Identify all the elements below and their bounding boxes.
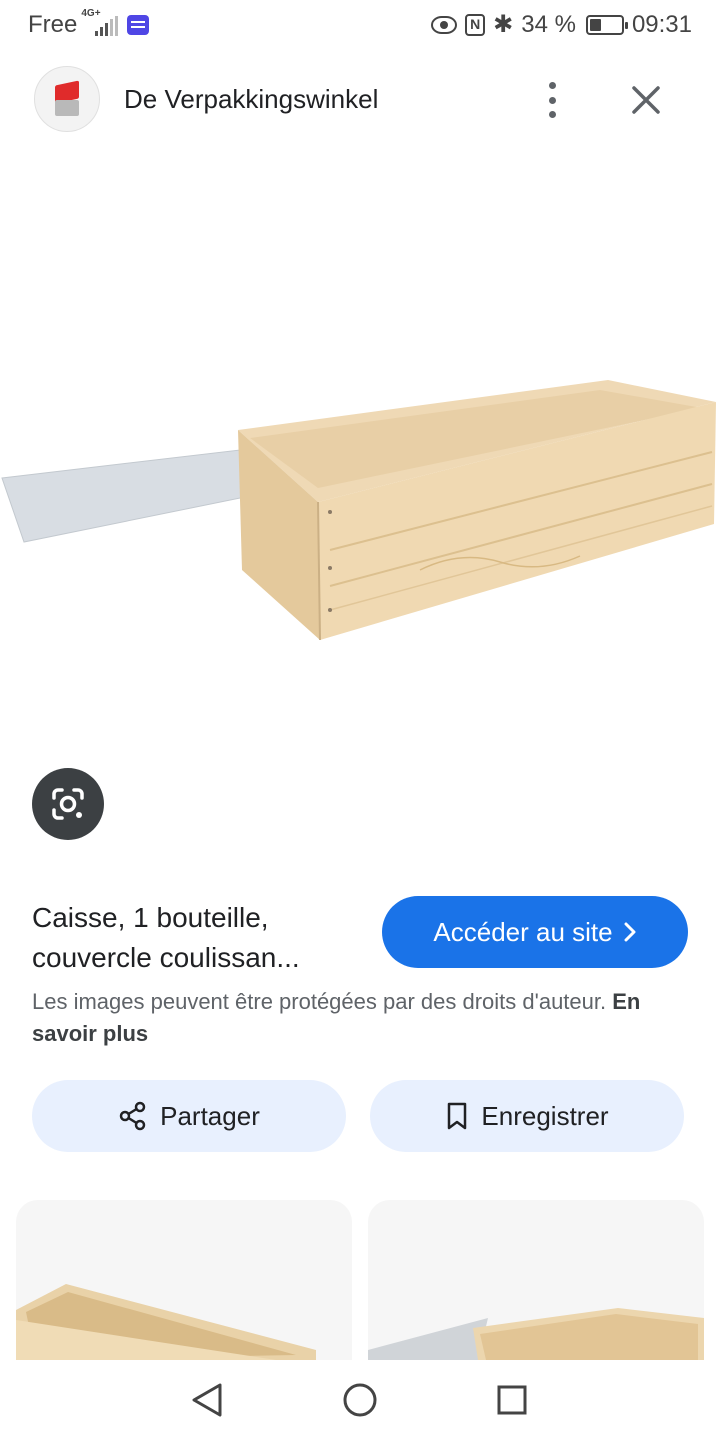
chevron-right-icon xyxy=(624,922,636,942)
share-button[interactable]: Partager xyxy=(32,1080,346,1152)
google-lens-button[interactable] xyxy=(32,768,104,840)
related-image xyxy=(368,1308,704,1360)
recent-apps-icon[interactable] xyxy=(496,1384,528,1416)
status-bar: Free 4G+ N ✱ 34 % 09:31 xyxy=(0,0,720,52)
share-label: Partager xyxy=(160,1100,260,1131)
related-image xyxy=(16,1284,316,1360)
bluetooth-icon: ✱ xyxy=(493,11,514,38)
product-image[interactable] xyxy=(0,150,720,750)
clock: 09:31 xyxy=(631,11,692,38)
signal-icon: 4G+ xyxy=(81,8,119,38)
carrier-label: Free xyxy=(28,11,78,38)
copyright-disclaimer: Les images peuvent être protégées par de… xyxy=(32,986,652,1050)
nfc-icon: N xyxy=(465,14,486,36)
disclaimer-text: Les images peuvent être protégées par de… xyxy=(32,989,607,1014)
close-icon[interactable] xyxy=(628,82,664,118)
save-button[interactable]: Enregistrer xyxy=(370,1080,684,1152)
back-icon[interactable] xyxy=(190,1382,224,1418)
status-right: N ✱ 34 % 09:31 xyxy=(431,11,692,39)
visit-site-label: Accéder au site xyxy=(433,916,613,947)
bookmark-icon xyxy=(448,1102,467,1130)
battery-percent: 34 % xyxy=(521,11,576,38)
save-label: Enregistrer xyxy=(481,1100,609,1131)
related-image-card[interactable] xyxy=(16,1200,352,1360)
app-notification-icon xyxy=(127,15,150,35)
eye-icon xyxy=(431,16,458,34)
battery-icon xyxy=(585,15,628,35)
site-name[interactable]: De Verpakkingswinkel xyxy=(124,84,378,115)
visit-site-button[interactable]: Accéder au site xyxy=(382,896,688,968)
related-image-card[interactable] xyxy=(368,1200,704,1360)
system-navigation-bar xyxy=(0,1360,720,1440)
status-left: Free 4G+ xyxy=(28,8,150,39)
more-options-icon[interactable] xyxy=(540,82,564,118)
source-header: De Verpakkingswinkel xyxy=(0,64,720,136)
home-icon[interactable] xyxy=(342,1382,378,1418)
site-logo[interactable] xyxy=(34,66,100,132)
product-title[interactable]: Caisse, 1 bouteille, couvercle coulissan… xyxy=(32,898,362,978)
lens-icon xyxy=(52,788,84,820)
share-icon xyxy=(119,1101,146,1131)
